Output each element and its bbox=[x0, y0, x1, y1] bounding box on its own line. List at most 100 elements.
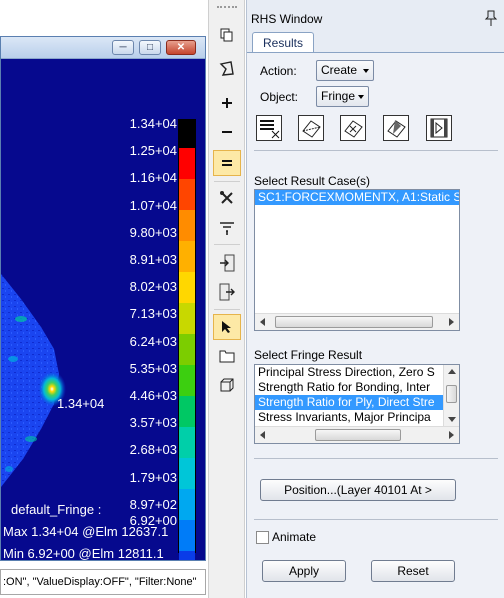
viewport-titlebar[interactable]: ─ □ ✕ bbox=[1, 37, 205, 59]
fringe-result-label: Select Fringe Result bbox=[254, 348, 363, 362]
legend-color-swatch bbox=[179, 520, 195, 551]
select-arrow-icon[interactable] bbox=[213, 314, 241, 340]
legend-color-swatch bbox=[179, 272, 195, 303]
list-item[interactable]: Stress Invariants, Major Principa bbox=[255, 410, 459, 425]
target-entities-icon[interactable] bbox=[298, 115, 324, 141]
display-attributes-icon[interactable] bbox=[340, 115, 366, 141]
scroll-thumb[interactable] bbox=[315, 429, 401, 441]
legend-tick-label: 7.13+03 bbox=[129, 306, 177, 322]
legend-color-swatch bbox=[179, 179, 195, 210]
legend-tick-label: 8.97+02 bbox=[129, 496, 177, 512]
rhs-window: RHS Window Results Action: Create Object… bbox=[246, 0, 504, 598]
scroll-down-icon[interactable] bbox=[448, 417, 456, 422]
lasso-icon[interactable] bbox=[213, 56, 241, 82]
minus-icon[interactable] bbox=[213, 119, 241, 145]
scroll-thumb[interactable] bbox=[446, 385, 457, 403]
vertical-scrollbar[interactable] bbox=[443, 365, 459, 426]
scroll-thumb[interactable] bbox=[275, 316, 433, 328]
legend-color-swatch bbox=[179, 303, 195, 334]
chevron-down-icon bbox=[363, 69, 369, 73]
fringe-legend-bar bbox=[178, 119, 196, 560]
animate-checkbox[interactable] bbox=[256, 531, 269, 544]
legend-tick-label: 8.02+03 bbox=[129, 279, 177, 295]
app-root: ─ □ ✕ 1.34+04 1.25+04 1.16+04 1.07+04 9.… bbox=[0, 0, 504, 598]
legend-color-swatch bbox=[179, 458, 195, 489]
legend-tick-label: 1.25+04 bbox=[129, 143, 177, 159]
equals-icon[interactable] bbox=[213, 150, 241, 176]
scroll-right-icon[interactable] bbox=[449, 431, 454, 439]
legend-color-swatch bbox=[179, 120, 195, 148]
action-label: Action: bbox=[260, 64, 297, 78]
export-icon[interactable] bbox=[213, 279, 241, 305]
viewport-window[interactable]: ─ □ ✕ 1.34+04 1.25+04 1.16+04 1.07+04 9.… bbox=[0, 36, 206, 561]
action-value: Create bbox=[321, 63, 358, 77]
horizontal-scrollbar[interactable] bbox=[255, 426, 459, 443]
legend-color-swatch bbox=[179, 551, 195, 560]
select-results-icon[interactable] bbox=[256, 115, 282, 141]
position-button[interactable]: Position...(Layer 40101 At > bbox=[260, 479, 456, 501]
result-case-list[interactable]: SC1:FORCEXMOMENTX, A1:Static S bbox=[254, 189, 460, 331]
object-value: Fringe bbox=[321, 89, 356, 103]
toolbar-grip[interactable] bbox=[217, 6, 237, 10]
object-label: Object: bbox=[260, 90, 299, 104]
legend-color-swatch bbox=[179, 427, 195, 458]
plus-icon[interactable] bbox=[213, 90, 241, 116]
plot-options-icon[interactable] bbox=[383, 115, 409, 141]
folder-icon[interactable] bbox=[213, 343, 241, 369]
filter-icon[interactable] bbox=[213, 215, 241, 241]
legend-color-swatch bbox=[179, 334, 195, 365]
animate-label: Animate bbox=[272, 530, 317, 544]
cross-tools-icon[interactable] bbox=[213, 185, 241, 211]
reset-button[interactable]: Reset bbox=[371, 560, 455, 582]
legend-tick-label: 5.35+03 bbox=[129, 360, 177, 376]
legend-tick-label: 2.68+03 bbox=[129, 442, 177, 458]
results-tab-body: Action: Create Object: Fringe Select Res… bbox=[247, 53, 504, 598]
scroll-left-icon[interactable] bbox=[260, 431, 265, 439]
list-item[interactable]: Strength Ratio for Ply, Direct Stre bbox=[255, 395, 443, 410]
list-item[interactable]: SC1:FORCEXMOMENTX, A1:Static S bbox=[255, 190, 459, 205]
list-item[interactable]: Principal Stress Direction, Zero S bbox=[255, 365, 459, 380]
cube-frame-icon[interactable] bbox=[213, 372, 241, 398]
legend-tick-label: 4.46+03 bbox=[129, 388, 177, 403]
scroll-up-icon[interactable] bbox=[448, 369, 456, 374]
object-dropdown[interactable]: Fringe bbox=[316, 86, 369, 107]
import-icon[interactable] bbox=[213, 250, 241, 276]
peak-value-label: 1.34+04 bbox=[57, 396, 105, 411]
command-line-input[interactable]: :ON", "ValueDisplay:OFF", "Filter:None" bbox=[0, 569, 206, 595]
close-button[interactable]: ✕ bbox=[166, 40, 196, 55]
max-value-line: Max 1.34+04 @Elm 12637.1 bbox=[3, 524, 169, 539]
graphics-viewport: ─ □ ✕ 1.34+04 1.25+04 1.16+04 1.07+04 9.… bbox=[0, 0, 206, 598]
legend-tick-label: 3.57+03 bbox=[129, 415, 177, 431]
legend-color-swatch bbox=[179, 396, 195, 427]
legend-tick-label: 8.91+03 bbox=[129, 252, 177, 267]
minimize-button[interactable]: ─ bbox=[112, 40, 134, 55]
min-value-line: Min 6.92+00 @Elm 12811.1 bbox=[3, 546, 164, 561]
result-case-label: Select Result Case(s) bbox=[254, 174, 371, 188]
horizontal-scrollbar[interactable] bbox=[255, 313, 459, 330]
legend-color-swatch bbox=[179, 489, 195, 520]
animation-options-icon[interactable] bbox=[426, 115, 452, 141]
legend-tick-label: 1.07+04 bbox=[129, 197, 177, 213]
copy-icon[interactable] bbox=[213, 22, 241, 48]
model-canvas[interactable]: 1.34+04 1.25+04 1.16+04 1.07+04 9.80+03 8.91+… bbox=[1, 59, 205, 561]
pin-icon[interactable] bbox=[483, 9, 499, 27]
panel-title: RHS Window bbox=[251, 12, 323, 26]
legend-color-swatch bbox=[179, 241, 195, 272]
scroll-right-icon[interactable] bbox=[449, 318, 454, 326]
legend-color-swatch bbox=[179, 148, 195, 179]
action-dropdown[interactable]: Create bbox=[316, 60, 374, 81]
vertical-toolbar bbox=[208, 0, 245, 598]
legend-tick-label: 1.16+04 bbox=[129, 170, 177, 186]
tab-results[interactable]: Results bbox=[252, 32, 314, 53]
legend-tick-label: 9.80+03 bbox=[129, 224, 177, 240]
scroll-left-icon[interactable] bbox=[260, 318, 265, 326]
legend-color-swatch bbox=[179, 365, 195, 396]
chevron-down-icon bbox=[358, 95, 364, 99]
maximize-button[interactable]: □ bbox=[139, 40, 161, 55]
legend-tick-label: 1.34+04 bbox=[129, 116, 177, 131]
apply-button[interactable]: Apply bbox=[262, 560, 346, 582]
legend-tick-label: 6.24+03 bbox=[129, 333, 177, 349]
list-item[interactable]: Strength Ratio for Bonding, Inter bbox=[255, 380, 459, 395]
fringe-name-label: default_Fringe : bbox=[11, 502, 102, 517]
fringe-result-list[interactable]: Principal Stress Direction, Zero S Stren… bbox=[254, 364, 460, 444]
